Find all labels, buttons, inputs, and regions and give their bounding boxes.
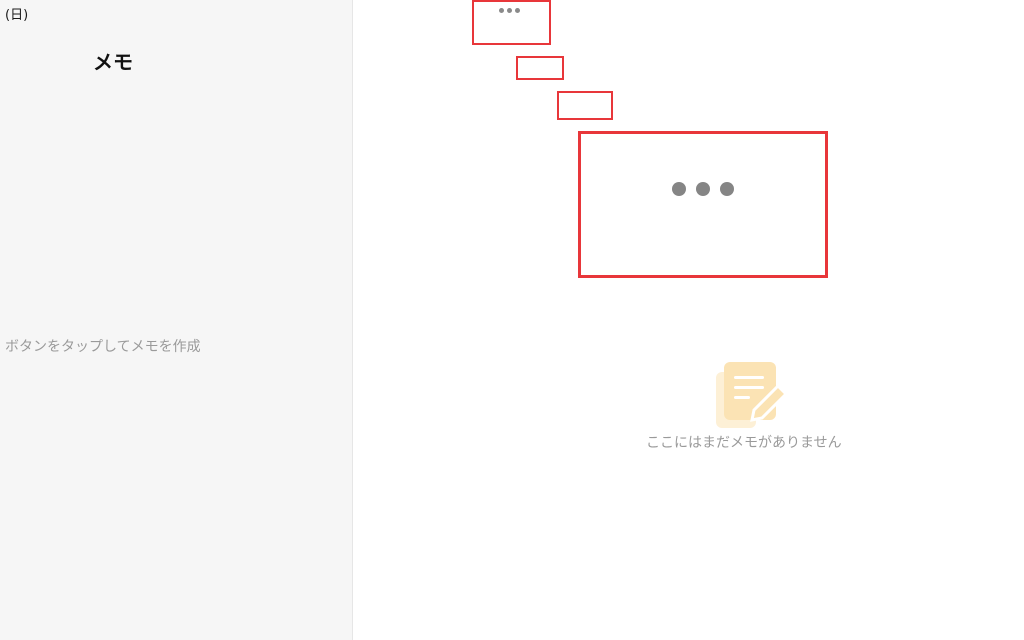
date-label: (日): [5, 8, 29, 23]
highlight-box-more-button-large: [578, 131, 828, 278]
sidebar: (日) メモ ボタンをタップしてメモを作成: [0, 0, 353, 640]
highlight-box-more-button: [472, 0, 551, 45]
main-panel: [354, 0, 1024, 640]
more-dots-icon[interactable]: [499, 8, 520, 13]
create-memo-hint: ボタンをタップしてメモを作成: [5, 339, 201, 355]
more-dots-icon[interactable]: [672, 182, 734, 196]
sidebar-title: メモ: [93, 50, 133, 74]
memo-note-icon: [714, 360, 790, 430]
highlight-box: [516, 56, 564, 80]
empty-state-message: ここにはまだメモがありません: [646, 435, 842, 451]
highlight-box: [557, 91, 613, 120]
